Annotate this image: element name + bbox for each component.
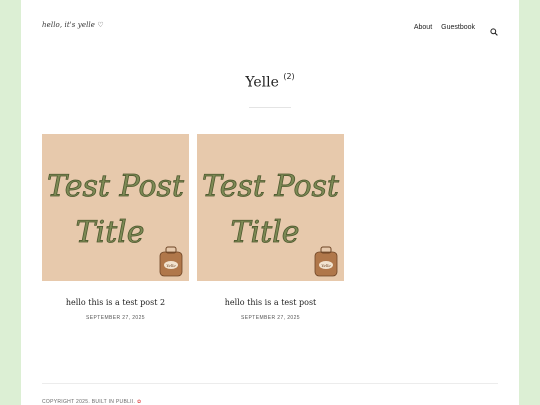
archive-heading: Yelle (2) xyxy=(21,72,519,91)
thumbnail-line2: Title xyxy=(230,215,299,250)
post-thumbnail[interactable]: Test Post Title Yelle xyxy=(197,134,344,281)
post-date: SEPTEMBER 27, 2025 xyxy=(86,315,145,321)
tag-icon: Yelle xyxy=(314,246,338,277)
thumbnail-line2: Title xyxy=(75,215,144,250)
site-logo-text[interactable]: hello, it's yelle xyxy=(42,21,95,29)
page-container: hello, it's yelle ♡ About Guestbook Yell… xyxy=(21,0,519,405)
thumbnail-line1: Test Post xyxy=(202,169,340,204)
post-card: Test Post Title Yelle hello this is a te… xyxy=(42,134,189,321)
thumbnail-tag-label: Yelle xyxy=(166,263,176,268)
main-nav: About Guestbook xyxy=(414,23,498,36)
search-icon[interactable] xyxy=(490,23,498,36)
footer-copyright: COPYRIGHT 2025. BUILT IN PUBLII. xyxy=(42,399,136,405)
heading-divider xyxy=(249,107,291,108)
post-thumbnail[interactable]: Test Post Title Yelle xyxy=(42,134,189,281)
nav-about-link[interactable]: About xyxy=(414,24,432,31)
archive-title: Yelle xyxy=(245,74,279,91)
footer-divider xyxy=(42,383,498,384)
site-logo[interactable]: hello, it's yelle ♡ xyxy=(42,21,104,29)
heart-icon: ♡ xyxy=(97,21,104,29)
post-card: Test Post Title Yelle hello this is a te… xyxy=(197,134,344,321)
thumbnail-tag-label: Yelle xyxy=(321,263,331,268)
post-title-link[interactable]: hello this is a test post xyxy=(197,298,344,307)
flower-icon: ✿ xyxy=(136,399,142,405)
footer: COPYRIGHT 2025. BUILT IN PUBLII. ✿ xyxy=(42,399,141,405)
nav-guestbook-link[interactable]: Guestbook xyxy=(441,24,475,31)
archive-count: (2) xyxy=(283,72,295,81)
post-date: SEPTEMBER 27, 2025 xyxy=(241,315,300,321)
tag-icon: Yelle xyxy=(159,246,183,277)
post-title-link[interactable]: hello this is a test post 2 xyxy=(42,298,189,307)
thumbnail-line1: Test Post xyxy=(47,169,185,204)
